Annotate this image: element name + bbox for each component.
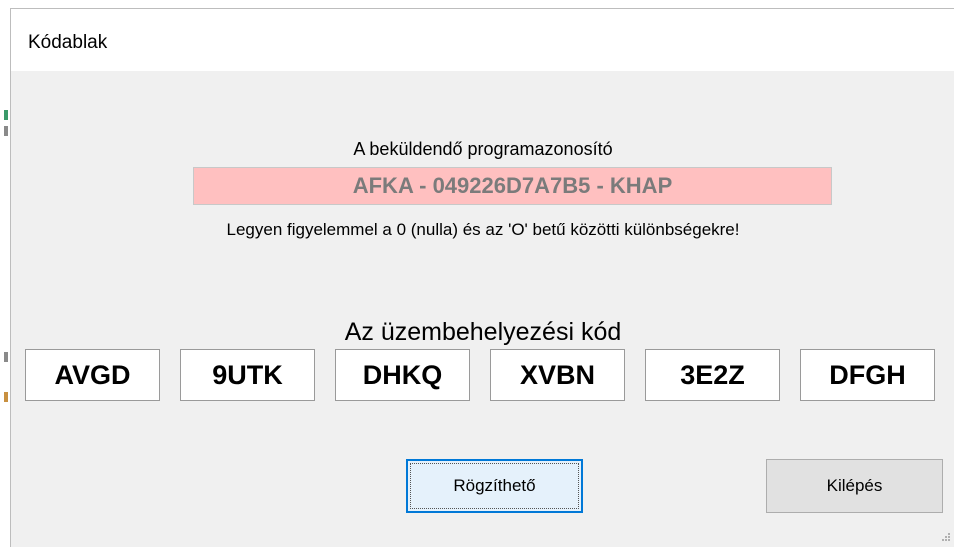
activation-code-field-4[interactable]: XVBN bbox=[490, 349, 625, 401]
activation-code-field-3[interactable]: DHKQ bbox=[335, 349, 470, 401]
background-window-edge bbox=[0, 0, 10, 547]
program-id-caption: A beküldendő programazonosító bbox=[353, 139, 613, 159]
activation-code-value: AVGD bbox=[54, 359, 131, 390]
program-id-value: AFKA - 049226D7A7B5 - KHAP bbox=[352, 173, 673, 198]
background-mark bbox=[4, 392, 8, 402]
activation-code-value: DHKQ bbox=[362, 359, 443, 390]
resize-grip-icon[interactable] bbox=[940, 531, 950, 541]
background-mark bbox=[4, 110, 8, 120]
activation-code-value: DFGH bbox=[829, 359, 906, 390]
background-mark bbox=[4, 126, 8, 136]
program-id-field[interactable]: AFKA - 049226D7A7B5 - KHAP bbox=[193, 167, 832, 205]
activation-code-value: XVBN bbox=[519, 359, 595, 390]
activation-code-field-6[interactable]: DFGH bbox=[800, 349, 935, 401]
exit-button-label: Kilépés bbox=[826, 476, 883, 495]
background-mark bbox=[4, 352, 8, 362]
save-button[interactable]: Rögzíthető bbox=[406, 459, 583, 513]
window-title: Kódablak bbox=[28, 32, 108, 53]
exit-button[interactable]: Kilépés bbox=[766, 459, 943, 513]
activation-code-label: Az üzembehelyezési kód bbox=[344, 318, 622, 346]
zero-o-warning: Legyen figyelemmel a 0 (nulla) és az 'O'… bbox=[226, 220, 740, 239]
code-dialog: Kódablak A beküldendő programazonosító A… bbox=[10, 8, 954, 547]
activation-code-field-1[interactable]: AVGD bbox=[25, 349, 160, 401]
activation-code-value: 9UTK bbox=[212, 359, 283, 390]
activation-code-value: 3E2Z bbox=[680, 359, 745, 390]
activation-code-field-2[interactable]: 9UTK bbox=[180, 349, 315, 401]
focus-rectangle bbox=[410, 463, 579, 509]
activation-code-field-5[interactable]: 3E2Z bbox=[645, 349, 780, 401]
title-bar[interactable]: Kódablak bbox=[11, 9, 954, 71]
